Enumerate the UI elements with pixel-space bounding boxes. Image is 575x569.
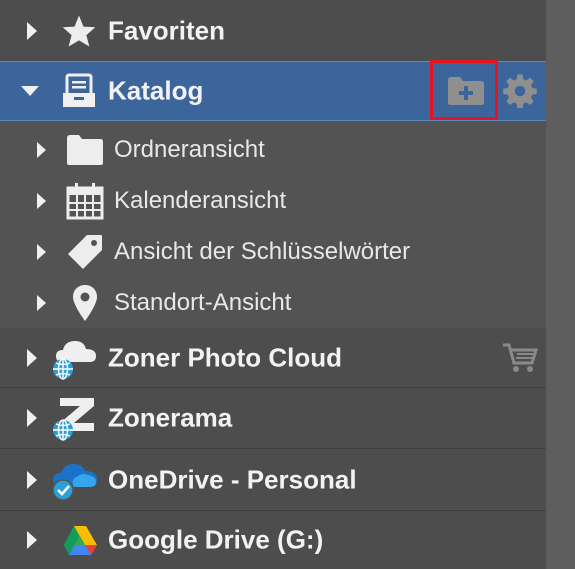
- scrollbar-track[interactable]: [546, 0, 575, 569]
- chevron-right-icon[interactable]: [36, 243, 47, 261]
- cloud-globe-icon: [53, 340, 96, 380]
- gear-icon[interactable]: [502, 73, 538, 109]
- zonerama-globe-icon: [53, 398, 94, 441]
- tree-item-zoner-photo-cloud[interactable]: Zoner Photo Cloud: [0, 328, 546, 388]
- google-drive-icon: [64, 526, 97, 555]
- tree-item-keyword-view[interactable]: Ansicht der Schlüsselwörter: [0, 226, 546, 277]
- tree-item-label: Favoriten: [108, 15, 226, 45]
- tree-item-label: Zonerama: [108, 402, 233, 433]
- onedrive-icon: [52, 463, 97, 501]
- chevron-right-icon[interactable]: [26, 21, 38, 41]
- tree-item-label: Ordneransicht: [114, 135, 265, 163]
- chevron-right-icon[interactable]: [26, 470, 38, 490]
- folder-icon: [67, 134, 103, 165]
- tree-item-favorites[interactable]: Favoriten: [0, 0, 546, 62]
- tree-item-label: Ansicht der Schlüsselwörter: [114, 237, 411, 265]
- chevron-right-icon[interactable]: [36, 294, 47, 312]
- tree-item-location-view[interactable]: Standort-Ansicht: [0, 277, 546, 328]
- chevron-down-icon[interactable]: [20, 85, 40, 97]
- cart-icon[interactable]: [502, 342, 538, 374]
- chevron-right-icon[interactable]: [26, 408, 38, 428]
- tree-item-calendar-view[interactable]: Kalenderansicht: [0, 175, 546, 226]
- tree-item-folder-view[interactable]: Ordneransicht: [0, 124, 546, 175]
- tree-item-label: Kalenderansicht: [114, 186, 287, 214]
- chevron-right-icon[interactable]: [26, 530, 38, 550]
- tree-item-label: Zoner Photo Cloud: [108, 342, 342, 372]
- tree-item-label: Katalog: [108, 75, 204, 106]
- map-pin-icon: [73, 284, 97, 321]
- chevron-right-icon[interactable]: [36, 141, 47, 159]
- tree-item-google-drive[interactable]: Google Drive (G:): [0, 511, 546, 569]
- calendar-icon: [66, 182, 104, 219]
- tree-item-onedrive[interactable]: OneDrive - Personal: [0, 449, 546, 511]
- tag-icon: [68, 234, 102, 269]
- chevron-right-icon[interactable]: [36, 192, 47, 210]
- chevron-right-icon[interactable]: [26, 348, 38, 368]
- tree-item-label: OneDrive - Personal: [108, 464, 357, 494]
- highlight-box: [430, 60, 498, 120]
- tree-item-label: Google Drive (G:): [108, 524, 324, 555]
- star-icon: [62, 14, 96, 47]
- catalog-icon: [63, 73, 95, 107]
- tree-item-zonerama[interactable]: Zonerama: [0, 388, 546, 449]
- tree-item-label: Standort-Ansicht: [114, 288, 292, 316]
